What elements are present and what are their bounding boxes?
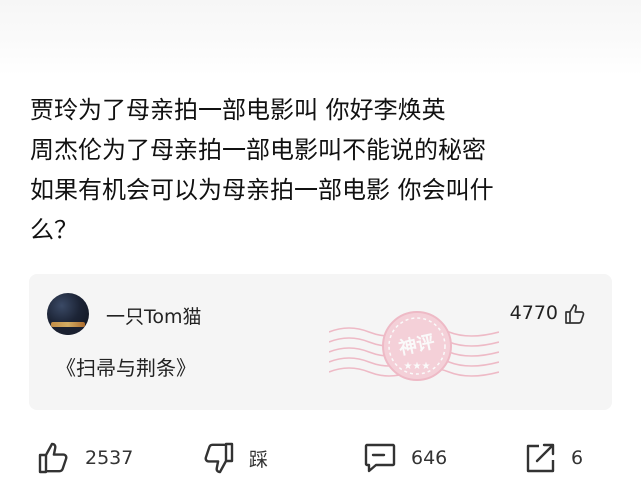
top-fade-header: [0, 0, 641, 76]
share-icon: [526, 443, 555, 473]
dislike-button[interactable]: 踩: [200, 438, 268, 478]
share-button[interactable]: 6: [522, 438, 583, 478]
comment-like-count: 4770: [509, 302, 558, 324]
comment-bubble-icon: [364, 443, 396, 473]
share-count: 6: [571, 447, 584, 469]
comment-username[interactable]: 一只Tom猫: [106, 302, 202, 329]
comment-count: 646: [411, 447, 448, 469]
post-line: 么？: [30, 216, 78, 244]
like-button[interactable]: 2537: [36, 438, 133, 478]
dislike-label: 踩: [249, 448, 269, 471]
thumbs-up-icon: [38, 442, 68, 474]
post-line: 贾玲为了母亲拍一部电影叫 你好李焕英: [30, 96, 446, 124]
like-count: 2537: [85, 447, 134, 469]
comment-like-icon[interactable]: [563, 302, 587, 326]
post-line: 周杰伦为了母亲拍一部电影叫不能说的秘密: [30, 136, 486, 164]
comment-text: 《扫帚与荆条》: [56, 356, 196, 380]
svg-text:★★★: ★★★: [404, 361, 431, 372]
post-line: 如果有机会可以为母亲拍一部电影 你会叫什: [30, 176, 494, 204]
action-bar: 2537 踩 646 6: [0, 428, 641, 488]
post-body: 贾玲为了母亲拍一部电影叫 你好李焕英 周杰伦为了母亲拍一部电影叫不能说的秘密 如…: [30, 90, 620, 250]
thumbs-down-icon: [204, 442, 234, 474]
top-comment-card[interactable]: 神评 ★★★ 一只Tom猫 4770 《扫帚与荆条》: [29, 274, 612, 410]
avatar[interactable]: [47, 293, 89, 335]
featured-comment-stamp-icon: 神评 ★★★: [329, 311, 499, 381]
comment-button[interactable]: 646: [362, 438, 447, 478]
